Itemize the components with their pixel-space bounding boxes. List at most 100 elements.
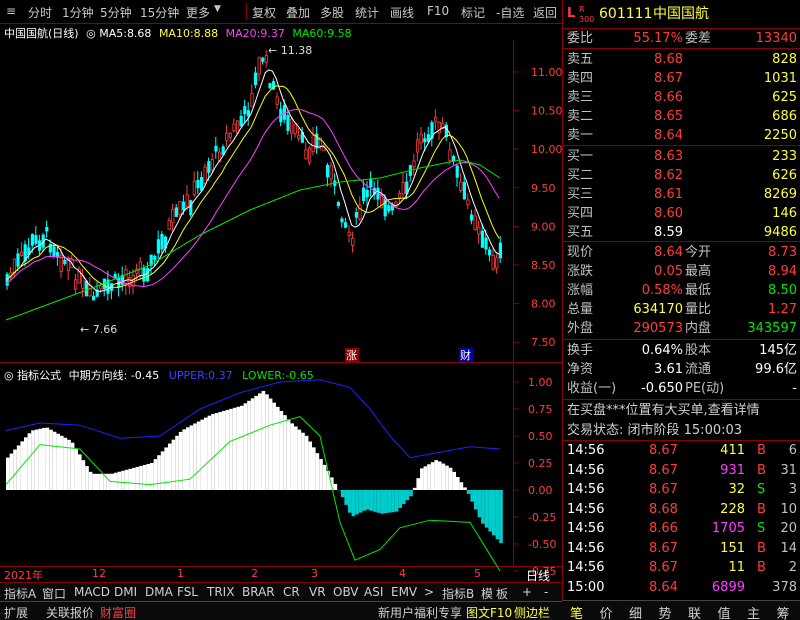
candle-body bbox=[63, 259, 67, 264]
time-axis: 2021年 12 1 2 3 4 5 日线 bbox=[4, 567, 551, 583]
tab-mo[interactable]: 模 bbox=[481, 585, 493, 602]
zoom-out-button[interactable]: - bbox=[544, 585, 548, 599]
panel-nav-2[interactable]: 细 bbox=[629, 603, 642, 620]
indicator-bar bbox=[499, 490, 503, 544]
panel-nav-5[interactable]: 值 bbox=[718, 603, 731, 620]
weibi-row: 委比 55.17% 委差 13340 bbox=[567, 31, 797, 46]
finance-row: 换手 0.64% 股本 145亿 bbox=[567, 343, 797, 358]
indicator-tick-label: 1.00 bbox=[528, 376, 553, 389]
candle-body bbox=[351, 237, 355, 246]
sell-level-3[interactable]: 卖三 8.66 625 bbox=[563, 88, 800, 107]
indicator-bar bbox=[128, 468, 132, 490]
buy-level-2[interactable]: 买二 8.62 626 bbox=[563, 166, 800, 185]
indicator-tabs: 指标A 窗口 MACD DMI DMA FSL TRIX BRAR CR VR … bbox=[0, 582, 562, 601]
indicator-bar bbox=[142, 464, 147, 490]
sell-level-4[interactable]: 卖四 8.67 1031 bbox=[563, 69, 800, 88]
candle-body bbox=[52, 246, 56, 257]
buy-level-4[interactable]: 买四 8.60 146 bbox=[563, 204, 800, 223]
candle-body bbox=[12, 258, 16, 274]
kline-chart[interactable]: 11.00 10.50 10.00 9.50 9.00 8.50 8.00 7.50 1.00… bbox=[0, 0, 562, 582]
indicator-bar bbox=[474, 490, 478, 510]
tab-ban[interactable]: 板 bbox=[496, 585, 508, 602]
candle-body bbox=[336, 202, 341, 207]
tab-obv[interactable]: OBV bbox=[333, 585, 359, 599]
related-quotes-button[interactable]: 关联报价 bbox=[46, 604, 94, 620]
indicator-bar bbox=[132, 467, 136, 490]
candle-body bbox=[448, 149, 452, 162]
candle-body bbox=[469, 214, 474, 221]
tab-next-arrow[interactable]: > bbox=[424, 585, 434, 599]
candle-body bbox=[203, 166, 207, 184]
tick-row: 14:56 8.67 32 S 3 bbox=[567, 482, 797, 497]
indicator-bar bbox=[88, 471, 93, 490]
candle-body bbox=[88, 284, 92, 297]
panel-nav-7[interactable]: 筹 bbox=[777, 603, 790, 620]
candle-body bbox=[325, 164, 330, 178]
tick-list[interactable]: 14:56 8.67 411 B 6 14:56 8.67 931 B 31 14:56 8.67 32… bbox=[563, 441, 800, 599]
tab-dmi[interactable]: DMI bbox=[114, 585, 137, 599]
candle-body bbox=[189, 200, 193, 216]
candle-body bbox=[307, 147, 312, 163]
tab-trix[interactable]: TRIX bbox=[207, 585, 234, 599]
indicator-bar bbox=[351, 490, 356, 517]
buy-level-3[interactable]: 买三 8.61 8269 bbox=[563, 185, 800, 204]
tab-vr[interactable]: VR bbox=[309, 585, 326, 599]
indicator-menu-icon[interactable]: ◎ bbox=[4, 369, 14, 382]
indicator-bar bbox=[261, 390, 266, 490]
panel-nav-1[interactable]: 价 bbox=[600, 603, 613, 620]
indicator-bar bbox=[13, 449, 17, 490]
panel-nav-4[interactable]: 联 bbox=[688, 603, 701, 620]
notice-row[interactable]: 在买盘***位置有大买单,查看详情 bbox=[563, 401, 800, 420]
indicator-bar bbox=[333, 483, 338, 490]
buy-level-1[interactable]: 买一 8.63 233 bbox=[563, 147, 800, 166]
new-user-benefit-link[interactable]: 新用户福利专享 bbox=[378, 604, 462, 620]
indicator-bar bbox=[272, 402, 276, 490]
indicator-bar bbox=[24, 437, 28, 490]
tab-cr[interactable]: CR bbox=[283, 585, 300, 599]
indicator-tick-label: -0.50 bbox=[528, 538, 556, 551]
candle-body bbox=[455, 165, 459, 178]
indicator-bar bbox=[60, 435, 64, 490]
tab-window[interactable]: 窗口 bbox=[42, 585, 66, 602]
tab-asi[interactable]: ASI bbox=[364, 585, 383, 599]
indicator-formula-label[interactable]: 指标公式 bbox=[17, 369, 61, 382]
candle-body bbox=[225, 132, 229, 142]
indicator-bar bbox=[373, 490, 377, 512]
panel-nav-0[interactable]: 笔 bbox=[570, 603, 583, 620]
indicator-bar bbox=[258, 393, 262, 490]
indicator-bar bbox=[38, 428, 42, 490]
panel-nav-6[interactable]: 主 bbox=[747, 603, 760, 620]
tab-brar[interactable]: BRAR bbox=[242, 585, 275, 599]
tab-dma[interactable]: DMA bbox=[145, 585, 173, 599]
tab-emv[interactable]: EMV bbox=[391, 585, 417, 599]
sidebar-button[interactable]: 侧边栏 bbox=[514, 604, 550, 620]
expand-button[interactable]: 扩展 bbox=[4, 604, 28, 620]
sell-level-5[interactable]: 卖五 8.68 828 bbox=[563, 50, 800, 69]
indicator-bar bbox=[466, 490, 471, 494]
wealth-circle-button[interactable]: 财富圈 bbox=[100, 604, 136, 620]
sell-level-1[interactable]: 卖一 8.64 2250 bbox=[563, 126, 800, 145]
tab-macd[interactable]: MACD bbox=[74, 585, 110, 599]
candle-body bbox=[487, 249, 492, 256]
candle-body bbox=[354, 212, 359, 218]
zoom-in-button[interactable]: + bbox=[522, 585, 532, 599]
indicator-bar bbox=[52, 431, 57, 490]
tab-fsl[interactable]: FSL bbox=[177, 585, 198, 599]
tab-indicator-a[interactable]: 指标A bbox=[4, 585, 36, 602]
panel-nav-3[interactable]: 势 bbox=[659, 603, 672, 620]
indicator-bar bbox=[34, 429, 39, 490]
finance-row: 收益(一) -0.650 PE(动) - bbox=[567, 381, 797, 396]
stats-block: 现价 8.64 今开 8.73 涨跌 0.05 最高 8.94 涨幅 0.58% 最低 8.50 总量 6… bbox=[563, 243, 800, 339]
candle-body bbox=[45, 227, 49, 232]
candle-body bbox=[214, 145, 218, 152]
candle-body bbox=[185, 194, 189, 207]
f10-graphic-button[interactable]: 图文F10 bbox=[466, 604, 512, 620]
sell-level-2[interactable]: 卖二 8.65 686 bbox=[563, 107, 800, 126]
buy-level-5[interactable]: 买五 8.59 9486 bbox=[563, 223, 800, 242]
indicator-bar bbox=[135, 466, 140, 490]
indicator-bar bbox=[423, 466, 428, 490]
tab-indicator-b[interactable]: 指标B bbox=[442, 585, 474, 602]
tick-row: 14:56 8.67 411 B 6 bbox=[567, 443, 797, 458]
tick-row: 14:56 8.67 11 B 2 bbox=[567, 560, 797, 575]
indicator-bar bbox=[45, 427, 50, 490]
